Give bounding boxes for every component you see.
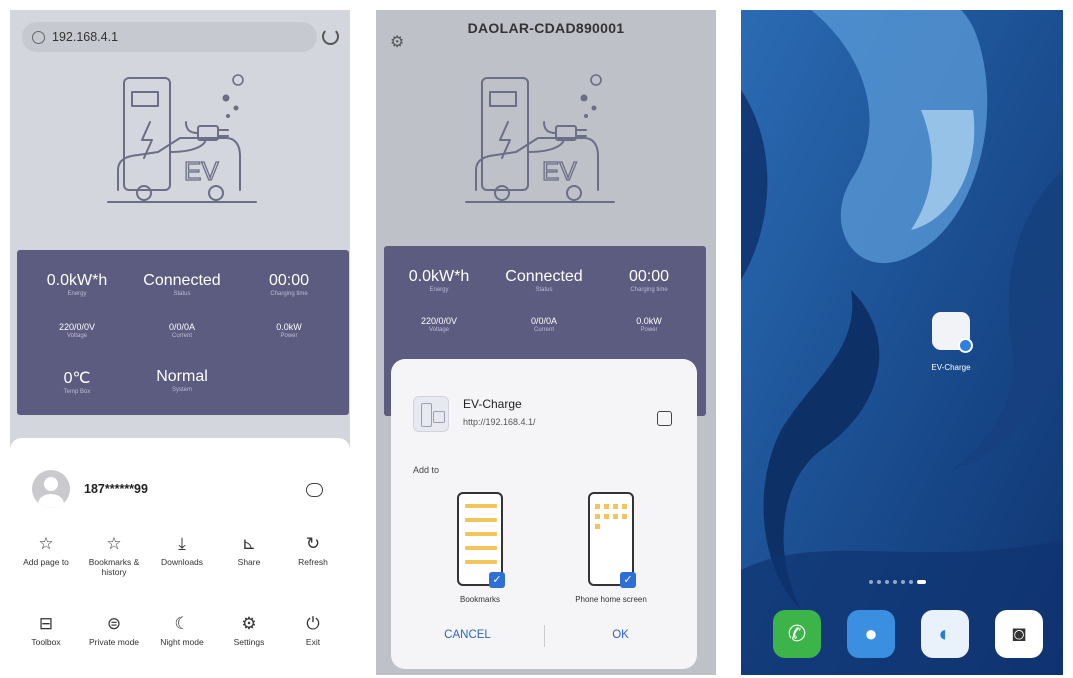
- reload-icon[interactable]: [322, 28, 339, 45]
- power-icon: ⏻: [306, 614, 320, 633]
- temp-stat: 0℃ Temp Box: [63, 370, 91, 395]
- wallpaper: [741, 10, 1063, 675]
- avatar[interactable]: [32, 470, 70, 508]
- menu-private-mode[interactable]: ⊜ Private mode: [81, 613, 147, 647]
- download-icon: ⤓: [178, 534, 186, 553]
- app-url: http://192.168.4.1/: [463, 417, 536, 427]
- ev-charge-app-icon[interactable]: [932, 312, 973, 353]
- ev-charger-illustration: [456, 60, 626, 220]
- current-stat: 0/0/0A Current: [530, 316, 558, 333]
- menu-toolbox[interactable]: ⊟ Toolbox: [13, 613, 79, 647]
- ok-button[interactable]: OK: [544, 629, 697, 641]
- url-text: 192.168.4.1: [52, 30, 119, 44]
- url-bar[interactable]: 192.168.4.1: [22, 22, 317, 52]
- menu-refresh[interactable]: ↻ Refresh: [280, 533, 346, 567]
- phone-home-screen: EV-Charge ✆ ● ◐ ◙: [741, 10, 1063, 675]
- username[interactable]: 187******99: [84, 482, 148, 496]
- add-to-home-screen: ⚙ DAOLAR-CDAD890001 0.0kW*h Energy Connec…: [376, 10, 716, 675]
- energy-stat: 0.0kW*h Energy: [46, 272, 108, 297]
- app-name[interactable]: EV-Charge: [463, 397, 522, 411]
- add-to-label: Add to: [413, 465, 440, 475]
- menu-share[interactable]: ⊾ Share: [216, 533, 282, 567]
- checkbox-checked-icon[interactable]: ✓: [620, 572, 636, 588]
- charging-time-stat: 00:00 Charging time: [628, 268, 670, 293]
- menu-downloads[interactable]: ⤓ Downloads: [149, 533, 215, 567]
- ev-charger-illustration: [98, 60, 268, 220]
- toolbox-icon: ⊟: [38, 614, 54, 633]
- menu-night-mode[interactable]: ☾ Night mode: [149, 613, 215, 647]
- phone-app-icon[interactable]: ✆: [773, 610, 821, 658]
- option-phone-home-screen[interactable]: ✓ Phone home screen: [556, 492, 666, 604]
- voltage-stat: 220/0/0V Voltage: [420, 316, 458, 333]
- bookmarks-preview-icon: ✓: [457, 492, 505, 588]
- globe-icon: [32, 30, 45, 44]
- browser-screen: 192.168.4.1 0.0kW*h Energy Connected Statu…: [10, 10, 350, 675]
- menu-add-page[interactable]: ☆ Add page to: [13, 533, 79, 567]
- menu-settings[interactable]: ⚙ Settings: [216, 613, 282, 647]
- message-icon[interactable]: [306, 483, 323, 497]
- browser-menu-sheet: 187******99 ☆ Add page to ☆ Bookmarks & …: [10, 438, 350, 675]
- moon-icon: ☾: [174, 614, 190, 633]
- checkbox-checked-icon[interactable]: ✓: [489, 572, 505, 588]
- current-stat: 0/0/0A Current: [168, 322, 196, 339]
- bookmark-star-icon: ☆: [106, 534, 122, 553]
- menu-bookmarks-history[interactable]: ☆ Bookmarks & history: [81, 533, 147, 577]
- voltage-stat: 220/0/0V Voltage: [58, 322, 96, 339]
- share-icon: ⊾: [241, 534, 257, 553]
- home-screen-preview-icon: ✓: [588, 492, 636, 588]
- gear-icon: ⚙: [241, 614, 257, 633]
- system-stat: Normal System: [156, 368, 208, 393]
- option-bookmarks[interactable]: ✓ Bookmarks: [425, 492, 535, 604]
- stats-panel: 0.0kW*h Energy Connected Status 00:00 Charg…: [17, 250, 349, 415]
- status-stat: Connected Status: [505, 268, 583, 293]
- power-stat: 0.0kW Power: [636, 316, 662, 333]
- private-icon: ⊜: [106, 614, 122, 633]
- ev-charge-app-label: EV-Charge: [931, 363, 971, 372]
- page-indicator: [869, 580, 926, 584]
- add-to-dialog: EV-Charge http://192.168.4.1/ Add to ✓ B…: [391, 359, 697, 669]
- camera-app-icon[interactable]: ◙: [995, 610, 1043, 658]
- device-title: DAOLAR-CDAD890001: [467, 20, 625, 36]
- edit-icon[interactable]: [657, 411, 672, 426]
- energy-stat: 0.0kW*h Energy: [408, 268, 470, 293]
- messages-app-icon[interactable]: ●: [847, 610, 895, 658]
- power-stat: 0.0kW Power: [276, 322, 302, 339]
- star-icon: ☆: [38, 534, 54, 553]
- charging-time-stat: 00:00 Charging time: [268, 272, 310, 297]
- menu-exit[interactable]: ⏻ Exit: [280, 613, 346, 647]
- refresh-icon: ↻: [305, 534, 321, 553]
- cancel-button[interactable]: CANCEL: [391, 629, 544, 641]
- status-stat: Connected Status: [143, 272, 221, 297]
- app-icon: [413, 396, 449, 432]
- browser-app-icon[interactable]: ◐: [921, 610, 969, 658]
